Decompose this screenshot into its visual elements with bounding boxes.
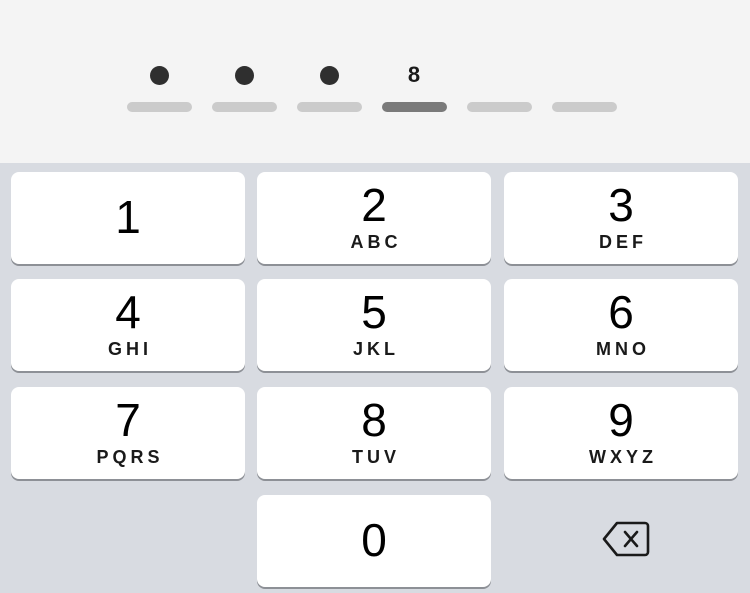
passcode-slot-4: 8 [381, 60, 447, 114]
key-digit: 4 [115, 286, 141, 338]
key-digit: 2 [361, 179, 387, 231]
key-5[interactable]: 5 JKL [257, 279, 491, 371]
key-digit: 9 [608, 394, 634, 446]
key-9[interactable]: 9 WXYZ [504, 387, 738, 479]
passcode-slot-1 [126, 60, 192, 114]
key-letters: WXYZ [589, 447, 657, 467]
passcode-entry: 8 [0, 0, 750, 163]
key-digit: 7 [115, 394, 141, 446]
key-8[interactable]: 8 TUV [257, 387, 491, 479]
slot-underline [212, 102, 277, 112]
filled-dot [150, 66, 169, 85]
key-7[interactable]: 7 PQRS [11, 387, 245, 479]
key-2[interactable]: 2 ABC [257, 172, 491, 264]
key-letters: TUV [352, 447, 400, 467]
key-6[interactable]: 6 MNO [504, 279, 738, 371]
slot-underline [297, 102, 362, 112]
backspace-icon [602, 521, 650, 557]
slot-underline [467, 102, 532, 112]
delete-button[interactable] [504, 495, 738, 587]
key-digit: 5 [361, 286, 387, 338]
slot-underline [552, 102, 617, 112]
slot-underline-active [382, 102, 447, 112]
key-digit: 3 [608, 179, 634, 231]
key-1[interactable]: 1 [11, 172, 245, 264]
entered-character: 8 [407, 62, 421, 87]
key-digit: 1 [115, 191, 141, 243]
key-digit: 6 [608, 286, 634, 338]
key-letters: PQRS [96, 447, 164, 467]
key-letters: JKL [352, 339, 399, 359]
passcode-slot-6 [551, 60, 617, 114]
numeric-keypad: 1 2 ABC 3 DEF 4 GHI 5 JKL 6 MNO 7 PQRS 8… [0, 163, 750, 593]
key-letters: MNO [596, 339, 650, 359]
slot-underline [127, 102, 192, 112]
key-letters: GHI [107, 339, 152, 359]
key-0[interactable]: 0 [257, 495, 491, 587]
key-digit: 8 [361, 394, 387, 446]
key-4[interactable]: 4 GHI [11, 279, 245, 371]
filled-dot [235, 66, 254, 85]
key-letters: DEF [599, 232, 647, 252]
key-letters: ABC [350, 232, 402, 252]
passcode-slot-2 [211, 60, 277, 114]
key-digit: 0 [361, 514, 387, 566]
passcode-slot-5 [466, 60, 532, 114]
passcode-slot-3 [296, 60, 362, 114]
key-3[interactable]: 3 DEF [504, 172, 738, 264]
filled-dot [320, 66, 339, 85]
